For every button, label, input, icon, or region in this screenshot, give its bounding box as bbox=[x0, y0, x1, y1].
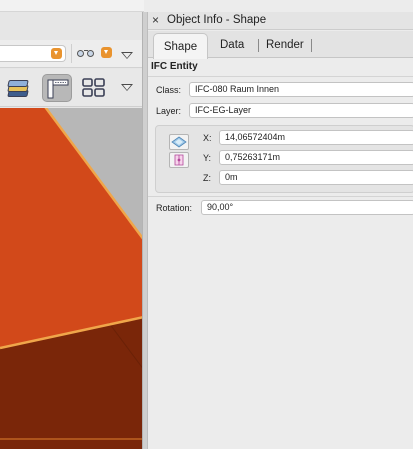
3d-object-render bbox=[0, 108, 144, 449]
object-info-palette: × Object Info - Shape Shape Data Render … bbox=[148, 12, 413, 449]
class-field[interactable]: IFC-080 Raum Innen bbox=[189, 82, 413, 97]
x-field[interactable]: 14,06572404m bbox=[219, 130, 413, 145]
active-class-popup[interactable] bbox=[0, 45, 66, 62]
bounding-box-glyph bbox=[171, 136, 187, 148]
y-label: Y: bbox=[203, 153, 212, 163]
palette-title-bar[interactable]: × Object Info - Shape bbox=[148, 12, 413, 30]
tab-render[interactable]: Render bbox=[266, 37, 304, 53]
tab-data[interactable]: Data bbox=[220, 37, 244, 53]
tab-separator bbox=[258, 39, 259, 52]
z-field[interactable]: 0m bbox=[219, 170, 413, 185]
toolbar-divider bbox=[71, 44, 72, 63]
toolbar-menu-triangle[interactable] bbox=[121, 84, 133, 91]
section-divider bbox=[148, 196, 413, 197]
z-label: Z: bbox=[203, 173, 211, 183]
view-grid-icon[interactable] bbox=[79, 74, 109, 102]
tab-separator bbox=[311, 39, 312, 52]
rotation-label: Rotation: bbox=[156, 203, 193, 213]
drawing-area-panel bbox=[0, 0, 144, 449]
window-top-strip bbox=[0, 0, 144, 12]
visibility-glasses-icon[interactable] bbox=[77, 48, 95, 58]
standard-view-glyph bbox=[47, 79, 69, 99]
reference-point-icon[interactable] bbox=[169, 152, 189, 168]
layer-field[interactable]: IFC-EG-Layer bbox=[189, 103, 413, 118]
close-icon[interactable]: × bbox=[152, 13, 159, 27]
class-label: Class: bbox=[156, 85, 182, 95]
visibility-arrow[interactable] bbox=[101, 47, 112, 58]
view-bar-menu-triangle[interactable] bbox=[121, 52, 133, 59]
reference-point-glyph bbox=[174, 154, 184, 166]
layers-icon[interactable] bbox=[6, 76, 32, 100]
drawing-viewport[interactable] bbox=[0, 108, 144, 449]
section-divider bbox=[148, 76, 413, 77]
glasses-right-lens bbox=[87, 50, 94, 57]
y-field[interactable]: 0,75263171m bbox=[219, 150, 413, 165]
section-title: IFC Entity bbox=[151, 61, 198, 72]
layer-top bbox=[7, 80, 29, 87]
x-label: X: bbox=[203, 133, 212, 143]
view-grid-glyph bbox=[82, 78, 105, 97]
standard-view-icon[interactable] bbox=[42, 74, 72, 102]
tab-shape[interactable]: Shape bbox=[153, 33, 208, 59]
palette-title: Object Info - Shape bbox=[167, 14, 267, 26]
rotation-field[interactable]: 90,00° bbox=[201, 200, 413, 215]
bounding-box-icon[interactable] bbox=[169, 134, 189, 150]
layer-label: Layer: bbox=[156, 106, 182, 116]
glasses-left-lens bbox=[77, 50, 84, 57]
palette-tabs: Shape Data Render bbox=[148, 31, 413, 59]
class-popup-arrow[interactable] bbox=[51, 48, 62, 59]
